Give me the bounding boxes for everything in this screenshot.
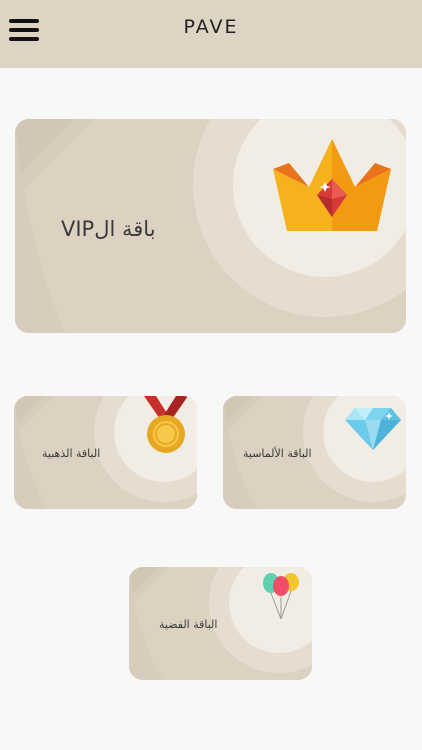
app-title: PAVE <box>183 16 239 38</box>
balloons-icon <box>261 573 301 625</box>
diamond-package-label: الباقة الألماسية <box>243 447 312 460</box>
gold-medal-icon <box>142 396 190 460</box>
silver-package-card[interactable]: الباقة الفضية <box>129 567 312 680</box>
vip-package-label: باقة الVIP <box>61 217 156 241</box>
diamond-icon <box>345 408 401 454</box>
silver-package-label: الباقة الفضية <box>159 618 218 631</box>
top-bar: PAVE <box>0 0 422 68</box>
gold-package-label: الباقة الذهبية <box>42 447 101 460</box>
crown-icon <box>269 139 395 237</box>
gold-package-card[interactable]: الباقة الذهبية <box>14 396 197 509</box>
vip-package-card[interactable]: باقة الVIP <box>15 119 406 333</box>
diamond-package-card[interactable]: الباقة الألماسية <box>223 396 406 509</box>
